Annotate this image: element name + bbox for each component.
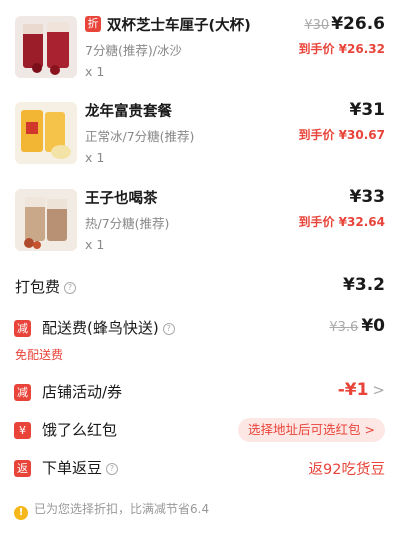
return-beans-row: 返 下单返豆? 返92吃货豆 (0, 456, 400, 482)
delivery-fee-row: 减 配送费(蜂鸟快送)? ¥3.6 ¥0 (0, 316, 400, 342)
info-icon: ! (14, 506, 28, 520)
store-promo-label: 店铺活动/券 (42, 383, 123, 401)
product-image-dragon-combo (15, 102, 77, 164)
product-image-cherry-cheese (15, 16, 77, 78)
chevron-right-icon: > (372, 381, 385, 399)
original-price: ¥30 (304, 18, 330, 33)
packing-fee-value: ¥3.2 (343, 275, 385, 295)
delivery-fee-label: 配送费(蜂鸟快送)? (42, 317, 175, 338)
item-name: 双杯芝士车厘子(大杯) (107, 18, 251, 34)
return-beans-text: 下单返豆 (42, 459, 103, 477)
item-price: ¥33 (350, 187, 386, 207)
item-price: ¥31 (350, 100, 386, 120)
current-price: ¥26.6 (331, 14, 385, 34)
red-packet-icon: ¥ (14, 422, 31, 439)
store-promo-row[interactable]: 减 店铺活动/券 -¥1 > (0, 380, 400, 406)
item-spec: 热/7分糖(推荐) (85, 216, 170, 231)
return-beans-label: 下单返豆? (42, 457, 119, 478)
select-red-packet-button[interactable]: 选择地址后可选红包 > (238, 418, 385, 442)
discount-badge-icon: 折 (85, 16, 101, 32)
order-item[interactable]: 折 双杯芝士车厘子(大杯) 7分糖(推荐)/冰沙 x 1 ¥30 ¥26.6 到手… (0, 14, 400, 94)
store-promo-amount: -¥1 (337, 380, 369, 400)
product-image-milk-tea (15, 189, 77, 251)
help-icon[interactable]: ? (64, 282, 77, 294)
packing-fee-text: 打包费 (15, 278, 61, 296)
current-price: ¥31 (349, 100, 386, 120)
item-spec: 7分糖(推荐)/冰沙 (85, 43, 182, 58)
discount-note: ! 已为您选择折扣，比满减节省6.4 (14, 500, 209, 520)
packing-fee-label: 打包费? (15, 276, 77, 297)
reduction-icon: 减 (14, 320, 31, 337)
item-name: 龙年富贵套餐 (85, 104, 172, 120)
order-item[interactable]: 王子也喝茶 热/7分糖(推荐) x 1 ¥33 到手价 ¥32.64 (0, 187, 400, 267)
red-packet-row: ¥ 饿了么红包 选择地址后可选红包 > (0, 418, 400, 444)
help-icon[interactable]: ? (106, 463, 119, 475)
store-promo-value[interactable]: -¥1 > (338, 380, 385, 400)
order-item[interactable]: 龙年富贵套餐 正常冰/7分糖(推荐) x 1 ¥31 到手价 ¥30.67 (0, 100, 400, 180)
delivery-price: ¥0 (361, 316, 385, 336)
current-price: ¥33 (349, 187, 386, 207)
item-quantity: x 1 (85, 237, 105, 252)
packing-fee-row: 打包费? ¥3.2 (0, 275, 400, 301)
item-quantity: x 1 (85, 64, 105, 79)
final-price: 到手价 ¥32.64 (298, 215, 386, 229)
item-price: ¥30 ¥26.6 (304, 14, 385, 34)
red-packet-label: 饿了么红包 (42, 421, 118, 439)
reduction-icon: 减 (14, 384, 31, 401)
item-name: 王子也喝茶 (85, 191, 158, 207)
return-icon: 返 (14, 460, 31, 477)
free-delivery-note: 免配送费 (15, 348, 64, 362)
return-beans-value: 返92吃货豆 (308, 462, 385, 478)
delivery-fee-value: ¥3.6 ¥0 (329, 316, 385, 336)
final-price: 到手价 ¥26.32 (298, 42, 386, 56)
final-price: 到手价 ¥30.67 (298, 128, 386, 142)
item-spec: 正常冰/7分糖(推荐) (85, 129, 195, 144)
help-icon[interactable]: ? (162, 323, 175, 335)
delivery-orig-price: ¥3.6 (329, 320, 359, 335)
delivery-fee-text: 配送费(蜂鸟快送) (42, 319, 159, 337)
item-quantity: x 1 (85, 150, 105, 165)
discount-note-text: 已为您选择折扣，比满减节省6.4 (34, 502, 210, 516)
